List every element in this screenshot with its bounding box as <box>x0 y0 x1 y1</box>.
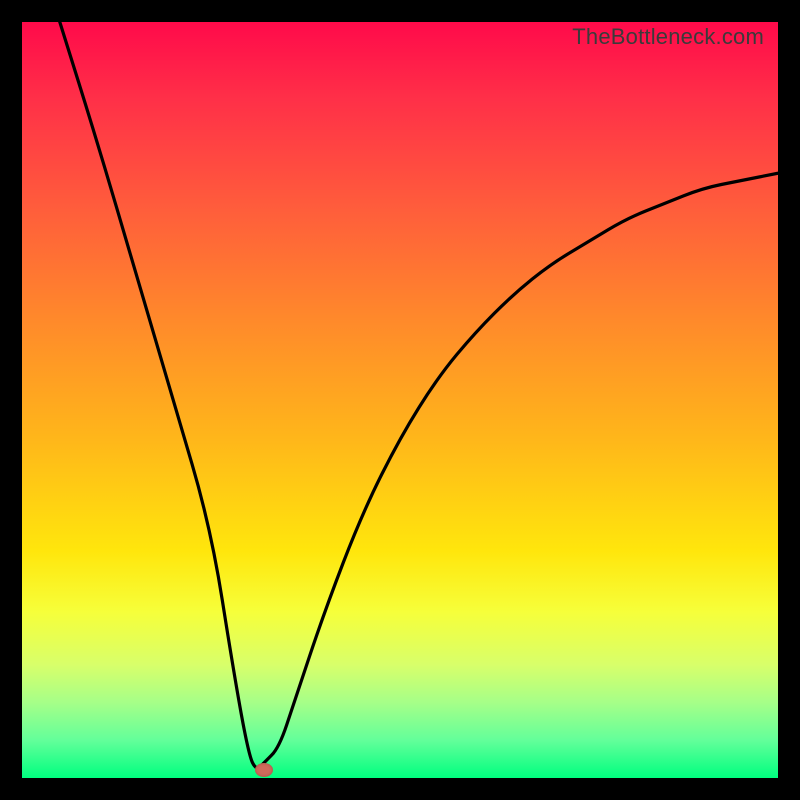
chart-frame: TheBottleneck.com <box>0 0 800 800</box>
bottleneck-curve <box>22 22 778 778</box>
plot-area: TheBottleneck.com <box>22 22 778 778</box>
